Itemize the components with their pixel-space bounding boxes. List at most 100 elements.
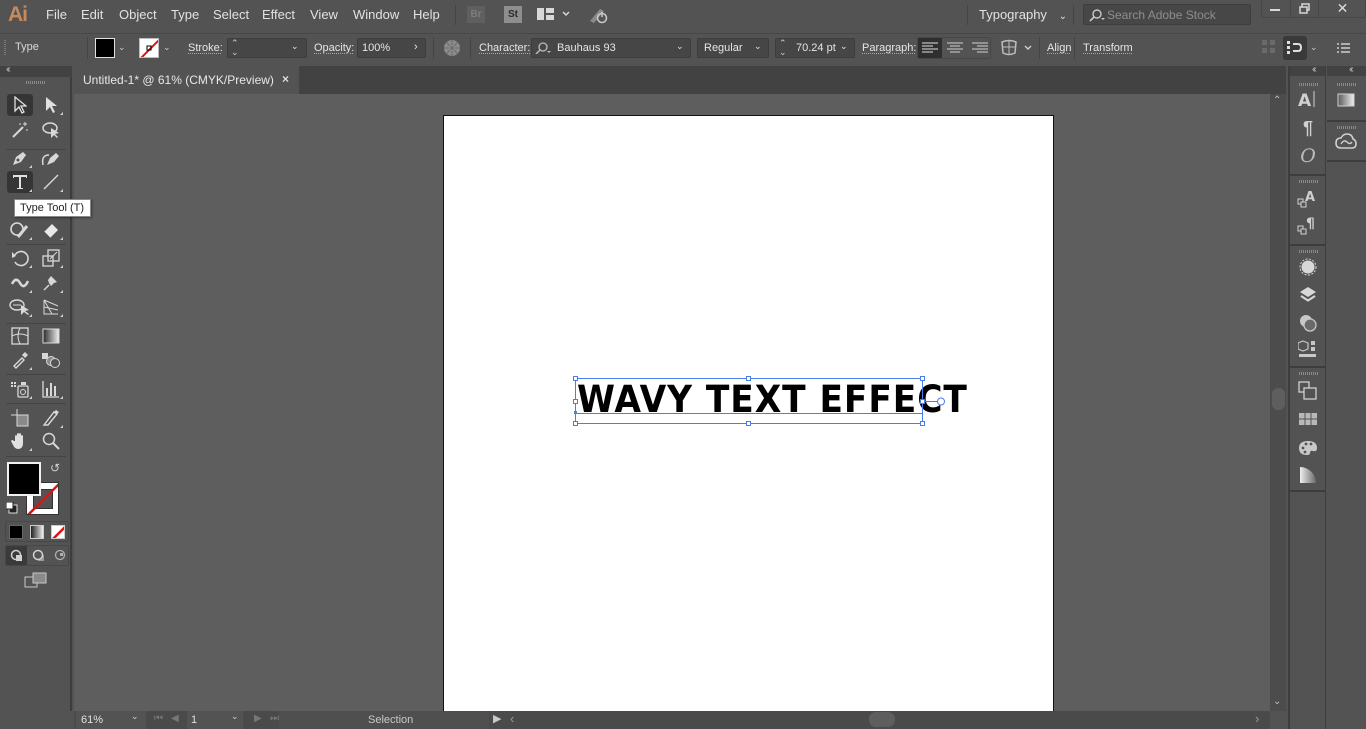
fill-swatch-large[interactable] (7, 462, 41, 496)
close-tab-icon[interactable]: × (282, 72, 289, 86)
isolate-group-button[interactable] (1262, 40, 1276, 54)
bridge-button[interactable]: Br (467, 6, 485, 23)
align-left-button[interactable] (918, 38, 942, 58)
draw-behind-button[interactable] (28, 546, 49, 565)
vertical-scrollbar[interactable]: ⌃ ⌄ (1270, 94, 1286, 711)
panel-group-grip[interactable] (1299, 372, 1319, 375)
text-bounding-box[interactable] (572, 374, 947, 429)
minimize-button[interactable] (1262, 0, 1290, 17)
curvature-tool[interactable] (38, 147, 64, 169)
align-right-button[interactable] (968, 38, 992, 58)
artboard-number-field[interactable]: 1 ⌄ (187, 711, 243, 729)
color-mode-button[interactable] (9, 525, 23, 539)
arrange-panels-button[interactable] (1283, 36, 1307, 60)
color-guide-panel-button[interactable] (1335, 89, 1357, 111)
opacity-label[interactable]: Opacity: (314, 42, 354, 54)
chevron-down-icon[interactable]: ⌄ (754, 41, 762, 52)
first-artboard-icon[interactable]: ⏮ (154, 713, 163, 724)
menu-help[interactable]: Help (413, 7, 440, 22)
default-fill-stroke-button[interactable] (6, 502, 18, 514)
align-center-button[interactable] (943, 38, 967, 58)
artboard-tool[interactable] (7, 407, 33, 429)
collapse-panel-icon[interactable]: ‹‹ (6, 64, 10, 75)
none-mode-button[interactable] (51, 525, 65, 539)
gpu-performance-button[interactable] (588, 5, 610, 25)
swap-fill-stroke-icon[interactable]: ↺ (50, 461, 60, 475)
vertical-scroll-thumb[interactable] (1272, 388, 1285, 410)
menu-view[interactable]: View (310, 7, 338, 22)
perspective-grid-tool[interactable] (38, 296, 64, 318)
column-graph-tool[interactable] (38, 378, 64, 400)
next-artboard-icon[interactable]: ▶ (254, 713, 262, 724)
stroke-weight-field[interactable]: ⌃ ⌄ ⌄ (227, 38, 307, 58)
fill-color-swatch[interactable] (95, 38, 115, 58)
slice-tool[interactable] (38, 407, 64, 429)
paragraph-styles-panel-button[interactable]: ¶ (1297, 214, 1319, 236)
character-label[interactable]: Character: (479, 42, 530, 54)
opacity-field[interactable]: 100% › (357, 38, 426, 58)
gradient-tool[interactable] (38, 325, 64, 347)
puppet-warp-tool[interactable] (38, 272, 64, 294)
symbol-sprayer-tool[interactable] (7, 378, 33, 400)
close-window-button[interactable]: ✕ (1318, 0, 1366, 17)
blend-tool[interactable] (38, 349, 64, 371)
zoom-tool[interactable] (38, 430, 64, 452)
control-bar-grip[interactable] (4, 40, 6, 56)
swatches-panel-button[interactable] (1297, 409, 1319, 431)
menu-select[interactable]: Select (213, 7, 249, 22)
panel-group-grip[interactable] (1299, 180, 1319, 183)
stepper-icon[interactable]: ⌃ ⌄ (231, 39, 239, 57)
scroll-down-icon[interactable]: ⌄ (1273, 696, 1281, 707)
menu-window[interactable]: Window (353, 7, 399, 22)
lasso-tool[interactable] (38, 119, 64, 141)
font-size-field[interactable]: ⌃ ⌄ 70.24 pt ⌄ (775, 38, 855, 58)
line-segment-tool[interactable] (38, 171, 64, 193)
arrange-documents-button[interactable] (537, 7, 575, 23)
eraser-tool[interactable] (38, 219, 64, 241)
envelope-warp-button[interactable] (1000, 39, 1038, 57)
restore-button[interactable] (1290, 0, 1318, 17)
panel-group-grip[interactable] (1299, 83, 1319, 86)
creative-cloud-libraries-button[interactable] (1335, 131, 1357, 153)
layers-panel-button[interactable] (1297, 284, 1319, 306)
stroke-dropdown-chevron[interactable]: ⌄ (163, 42, 171, 53)
free-transform-tool[interactable] (7, 296, 33, 318)
appearance-panel-button[interactable] (1297, 256, 1319, 278)
rotate-tool[interactable] (7, 247, 33, 269)
document-tab[interactable]: Untitled-1* @ 61% (CMYK/Preview) × (73, 66, 299, 94)
stock-search-field[interactable]: Search Adobe Stock (1083, 4, 1251, 25)
pen-tool[interactable] (7, 147, 33, 169)
recolor-artwork-button[interactable] (443, 39, 461, 57)
shaper-tool[interactable] (7, 219, 33, 241)
chevron-down-icon[interactable]: ⌄ (131, 711, 139, 722)
panel-group-grip[interactable] (1337, 83, 1357, 86)
font-style-field[interactable]: Regular ⌄ (697, 38, 769, 58)
menu-type[interactable]: Type (171, 7, 199, 22)
chevron-right-icon[interactable]: › (414, 41, 418, 53)
control-bar-menu-button[interactable] (1337, 42, 1350, 54)
stock-button[interactable]: St (504, 6, 522, 23)
chevron-down-icon[interactable]: ⌄ (676, 41, 684, 52)
eyedropper-tool[interactable] (7, 349, 33, 371)
character-panel-button[interactable]: A (1297, 88, 1319, 110)
tools-grip[interactable] (26, 81, 46, 84)
draw-normal-button[interactable] (6, 546, 27, 565)
width-tool[interactable] (7, 272, 33, 294)
menu-edit[interactable]: Edit (81, 7, 103, 22)
stepper-icon[interactable]: ⌃ ⌄ (779, 39, 787, 57)
scroll-right-icon[interactable]: › (1255, 711, 1259, 726)
scroll-left-icon[interactable]: ‹ (510, 711, 514, 726)
chevron-down-icon[interactable]: ⌄ (231, 711, 239, 722)
scale-tool[interactable] (38, 247, 64, 269)
type-tool[interactable] (7, 171, 33, 193)
screen-mode-button[interactable] (24, 572, 48, 588)
selection-tool[interactable] (7, 94, 33, 116)
stroke-color-swatch[interactable] (139, 38, 159, 58)
transform-panel-link[interactable]: Transform (1083, 42, 1133, 54)
panel-group-grip[interactable] (1299, 250, 1319, 253)
chevron-down-icon[interactable]: ⌄ (291, 41, 299, 52)
asset-export-panel-button[interactable] (1297, 338, 1319, 360)
font-family-field[interactable]: Bauhaus 93 ⌄ (531, 38, 691, 58)
direct-selection-tool[interactable] (38, 94, 64, 116)
graphic-styles-panel-button[interactable] (1297, 312, 1319, 334)
